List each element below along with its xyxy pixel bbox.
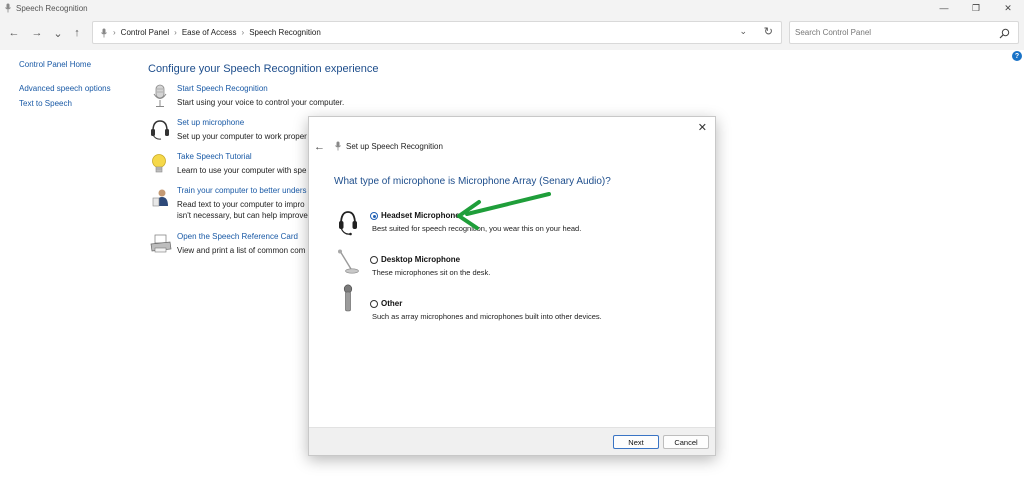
chevron-right-icon: › [174, 28, 177, 37]
handheld-microphone-icon [341, 284, 355, 319]
other-description: Such as array microphones and microphone… [372, 312, 602, 321]
left-navigation: Control Panel Home Advanced speech optio… [19, 60, 111, 108]
task-take-speech-tutorial: Take Speech Tutorial Learn to use your c… [150, 152, 320, 178]
start-speech-recognition-link[interactable]: Start Speech Recognition [177, 84, 268, 93]
speech-reference-card-link[interactable]: Open the Speech Reference Card [177, 232, 298, 241]
task-description: Set up your computer to work proper [177, 132, 307, 141]
person-training-icon [150, 186, 170, 210]
page-title: Configure your Speech Recognition experi… [148, 63, 379, 75]
set-up-microphone-link[interactable]: Set up microphone [177, 118, 244, 127]
window-controls: — ❐ ✕ [928, 0, 1024, 16]
speech-recognition-window: Speech Recognition — ❐ ✕ ← → ⌄ ↑ › Contr… [0, 0, 1024, 478]
take-speech-tutorial-link[interactable]: Take Speech Tutorial [177, 152, 252, 161]
back-button[interactable]: ← [6, 25, 22, 41]
navigation-bar: ← → ⌄ ↑ › Control Panel › Ease of Access… [0, 16, 1024, 50]
minimize-button[interactable]: — [928, 0, 960, 16]
breadcrumb-ease-of-access[interactable]: Ease of Access [182, 28, 237, 37]
control-panel-home-link[interactable]: Control Panel Home [19, 60, 111, 69]
chevron-down-icon[interactable]: ⌄ [739, 26, 747, 37]
other-radio[interactable] [370, 300, 378, 308]
desktop-radio[interactable] [370, 256, 378, 264]
microphone-icon [335, 141, 341, 151]
help-button[interactable]: ? [1012, 51, 1022, 61]
task-description: Read text to your computer to impro isn'… [177, 199, 308, 221]
annotation-arrow-icon [457, 192, 551, 230]
task-description-line: Read text to your computer to impro [177, 200, 305, 209]
lightbulb-icon [150, 152, 170, 176]
task-speech-reference-card: Open the Speech Reference Card View and … [150, 232, 320, 258]
chevron-right-icon: › [113, 28, 116, 37]
window-title: Speech Recognition [16, 3, 88, 13]
microphone-icon [150, 84, 170, 108]
task-description: Learn to use your computer with spe [177, 166, 307, 175]
task-set-up-microphone: Set up microphone Set up your computer t… [150, 118, 320, 144]
dialog-header: Set up Speech Recognition [335, 141, 443, 151]
task-train-computer: Train your computer to better unders Rea… [150, 186, 320, 224]
microphone-icon [4, 2, 12, 14]
up-button[interactable]: ↑ [69, 25, 85, 41]
breadcrumb-speech-recognition[interactable]: Speech Recognition [249, 28, 321, 37]
maximize-button[interactable]: ❐ [960, 0, 992, 16]
desktop-description: These microphones sit on the desk. [372, 268, 491, 277]
dialog-title: Set up Speech Recognition [346, 141, 443, 151]
option-desktop-microphone[interactable]: Desktop Microphone These microphones sit… [337, 249, 637, 283]
headset-microphone-icon [337, 209, 359, 242]
option-other-microphone[interactable]: Other Such as array microphones and micr… [337, 284, 637, 327]
dialog-close-button[interactable]: ✕ [698, 121, 707, 134]
breadcrumb-control-panel[interactable]: Control Panel [121, 28, 169, 37]
desktop-label[interactable]: Desktop Microphone [381, 255, 460, 264]
dialog-footer: Next Cancel [309, 427, 715, 455]
text-to-speech-link[interactable]: Text to Speech [19, 99, 111, 108]
dialog-question: What type of microphone is Microphone Ar… [334, 176, 611, 187]
chevron-right-icon: › [241, 28, 245, 37]
title-bar: Speech Recognition — ❐ ✕ [0, 0, 1024, 16]
address-bar[interactable]: › Control Panel › Ease of Access › Speec… [92, 21, 782, 44]
dialog-back-button[interactable]: ← [314, 141, 325, 153]
next-button[interactable]: Next [613, 435, 659, 449]
refresh-icon[interactable]: ↻ [764, 25, 773, 38]
recent-locations-button[interactable]: ⌄ [50, 25, 66, 41]
search-box [789, 21, 1019, 44]
desktop-microphone-icon [337, 249, 363, 282]
forward-button[interactable]: → [29, 25, 45, 41]
task-description: Start using your voice to control your c… [177, 98, 345, 107]
microphone-icon [101, 28, 107, 38]
other-label[interactable]: Other [381, 299, 402, 308]
headset-icon [150, 118, 170, 142]
close-window-button[interactable]: ✕ [992, 0, 1024, 16]
task-description-line: isn't necessary, but can help improve [177, 211, 308, 220]
setup-speech-recognition-dialog: ✕ ← Set up Speech Recognition What type … [308, 116, 716, 456]
headset-radio[interactable] [370, 212, 378, 220]
cancel-button[interactable]: Cancel [663, 435, 709, 449]
search-icon[interactable] [999, 26, 1010, 44]
printer-icon [150, 232, 172, 256]
train-computer-link[interactable]: Train your computer to better unders [177, 186, 307, 195]
task-description: View and print a list of common com [177, 246, 306, 255]
advanced-speech-options-link[interactable]: Advanced speech options [19, 84, 111, 93]
search-input[interactable] [795, 28, 985, 37]
task-start-speech-recognition: Start Speech Recognition Start using you… [150, 84, 344, 110]
